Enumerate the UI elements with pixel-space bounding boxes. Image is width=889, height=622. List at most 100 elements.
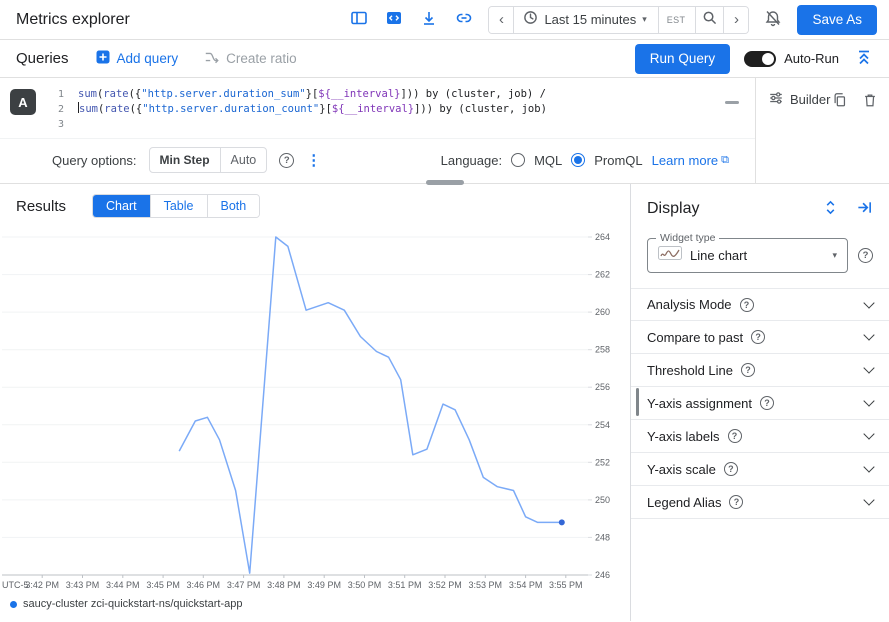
notifications-off-button[interactable] (762, 7, 784, 32)
svg-text:3:48 PM: 3:48 PM (267, 580, 301, 590)
embed-chart-button[interactable] (383, 7, 405, 32)
search-icon (702, 10, 717, 29)
add-query-button[interactable]: Add query (95, 49, 179, 68)
radio-promql[interactable] (571, 153, 585, 167)
add-box-icon (95, 49, 111, 68)
create-ratio-button[interactable]: Create ratio (204, 49, 297, 68)
create-ratio-icon (204, 49, 220, 68)
help-icon[interactable]: ? (741, 363, 755, 377)
svg-text:252: 252 (595, 457, 610, 467)
section-label: Analysis Mode (647, 297, 732, 312)
collapse-editor-button[interactable] (853, 46, 875, 71)
split-drag-handle[interactable] (426, 180, 464, 185)
query-editor-section: A 1sum(rate({"http.server.duration_sum"}… (0, 78, 889, 184)
more-options-button[interactable]: ⋮ (306, 153, 321, 168)
display-section-legend-alias[interactable]: Legend Alias? (631, 486, 889, 519)
section-label: Compare to past (647, 330, 743, 345)
widget-type-select[interactable]: Widget type Line chart ▾ (647, 238, 848, 273)
auto-run-toggle[interactable] (744, 51, 776, 67)
help-icon[interactable]: ? (728, 429, 742, 443)
queries-bar-actions: Run Query Auto-Run (635, 44, 875, 74)
display-section-threshold-line[interactable]: Threshold Line? (631, 354, 889, 387)
code-line[interactable]: 2sum(rate({"http.server.duration_count"}… (46, 102, 741, 117)
display-section-compare-to-past[interactable]: Compare to past? (631, 321, 889, 354)
chevron-down-icon[interactable] (863, 297, 874, 308)
display-section-y-axis-labels[interactable]: Y-axis labels? (631, 420, 889, 453)
link-icon (455, 9, 473, 30)
display-section-y-axis-assignment[interactable]: Y-axis assignment? (631, 387, 889, 420)
metrics-explorer-page: Metrics explorer ‹ Last 15 minutes ▾ EST… (0, 0, 889, 622)
help-icon[interactable]: ? (724, 462, 738, 476)
results-chart[interactable]: 2642622602582562542522502482463:42 PM3:4… (0, 223, 630, 595)
line-code: sum(rate({"http.server.duration_sum"}[${… (78, 87, 546, 102)
widget-type-label: Widget type (656, 232, 719, 244)
svg-text:UTC-5: UTC-5 (2, 580, 29, 590)
help-icon[interactable]: ? (760, 396, 774, 410)
help-icon[interactable]: ? (729, 495, 743, 509)
builder-toggle-button[interactable]: Builder (768, 90, 830, 109)
help-icon[interactable]: ? (279, 153, 294, 168)
run-query-button[interactable]: Run Query (635, 44, 730, 74)
time-search-button[interactable] (695, 7, 723, 33)
chevron-down-icon[interactable] (863, 428, 874, 439)
line-code: sum(rate({"http.server.duration_count"}[… (78, 102, 547, 117)
expand-all-button[interactable] (820, 197, 841, 221)
code-line[interactable]: 1sum(rate({"http.server.duration_sum"}[$… (46, 87, 741, 102)
query-code-editor[interactable]: 1sum(rate({"http.server.duration_sum"}[$… (0, 78, 755, 138)
results-tabs: Chart Table Both (92, 194, 260, 218)
help-icon[interactable]: ? (751, 330, 765, 344)
tune-icon (768, 90, 784, 109)
chevron-down-icon[interactable] (863, 362, 874, 373)
time-next-button[interactable]: › (723, 7, 748, 33)
time-range-value: Last 15 minutes (544, 12, 636, 27)
legend-dot-icon (10, 601, 17, 608)
widget-type-value: Line chart (690, 248, 824, 263)
tab-chart[interactable]: Chart (93, 195, 150, 217)
side-panel-button[interactable] (348, 7, 370, 32)
svg-text:3:52 PM: 3:52 PM (428, 580, 462, 590)
help-icon[interactable]: ? (858, 248, 873, 263)
svg-text:3:55 PM: 3:55 PM (549, 580, 583, 590)
header-actions: ‹ Last 15 minutes ▾ EST › Save As (348, 5, 877, 35)
copy-link-button[interactable] (453, 7, 475, 32)
chevron-down-icon[interactable] (863, 329, 874, 340)
chart-legend-item[interactable]: saucy-cluster zci-quickstart-ns/quicksta… (0, 595, 630, 610)
clock-icon (523, 10, 538, 30)
section-label: Threshold Line (647, 363, 733, 378)
copy-query-button[interactable] (830, 90, 850, 113)
collapse-panel-button[interactable] (854, 197, 875, 221)
chevron-down-icon[interactable] (863, 395, 874, 406)
svg-text:3:50 PM: 3:50 PM (348, 580, 382, 590)
collapse-up-icon (855, 48, 873, 69)
svg-text:3:42 PM: 3:42 PM (25, 580, 59, 590)
save-as-button[interactable]: Save As (797, 5, 877, 35)
time-range-selector[interactable]: Last 15 minutes ▾ EST (514, 7, 695, 33)
code-line[interactable]: 3 (46, 117, 741, 132)
svg-text:256: 256 (595, 382, 610, 392)
chevron-down-icon[interactable] (863, 461, 874, 472)
learn-more-link[interactable]: Learn more ⧉ (652, 153, 729, 168)
help-icon[interactable]: ? (740, 298, 754, 312)
query-options-label: Query options: (52, 153, 137, 168)
tab-both[interactable]: Both (207, 195, 260, 217)
editor-scrollbar[interactable] (725, 101, 739, 104)
min-step-label: Min Step (150, 148, 221, 172)
timezone-label: EST (658, 7, 692, 33)
min-step-control[interactable]: Min Step Auto (149, 147, 268, 173)
delete-query-button[interactable] (860, 90, 880, 113)
svg-text:3:51 PM: 3:51 PM (388, 580, 422, 590)
tab-table[interactable]: Table (150, 195, 207, 217)
display-section-y-axis-scale[interactable]: Y-axis scale? (631, 453, 889, 486)
language-selector: Language: MQL PromQL Learn more ⧉ (441, 153, 741, 168)
section-label: Legend Alias (647, 495, 721, 510)
time-previous-button[interactable]: ‹ (489, 7, 514, 33)
radio-mql[interactable] (511, 153, 525, 167)
section-label: Y-axis scale (647, 462, 716, 477)
results-header: Results Chart Table Both (0, 184, 630, 223)
svg-text:3:49 PM: 3:49 PM (307, 580, 341, 590)
display-scrollbar-thumb[interactable] (636, 388, 639, 416)
display-section-analysis-mode[interactable]: Analysis Mode? (631, 288, 889, 321)
chevron-down-icon[interactable] (863, 494, 874, 505)
download-button[interactable] (418, 7, 440, 32)
queries-title: Queries (16, 50, 69, 67)
